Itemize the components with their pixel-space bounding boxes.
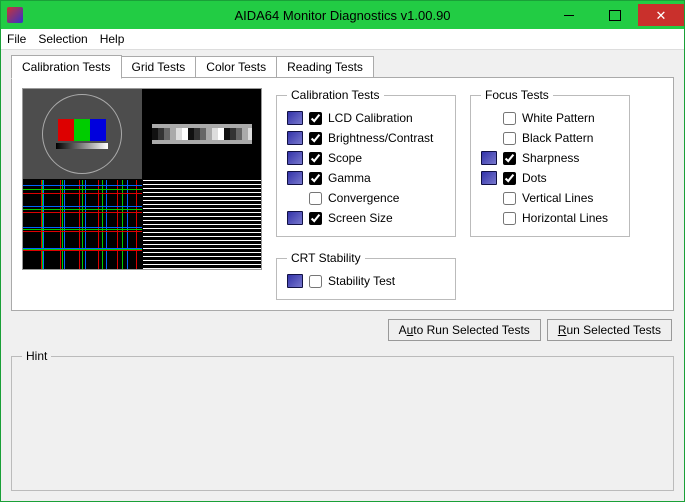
label-sharpness: Sharpness bbox=[522, 151, 579, 165]
checkbox-dots[interactable] bbox=[503, 172, 516, 185]
monitor-icon bbox=[287, 131, 303, 145]
tabstrip: Calibration Tests Grid Tests Color Tests… bbox=[11, 56, 674, 78]
monitor-icon bbox=[481, 171, 497, 185]
chk-screen-size: Screen Size bbox=[287, 208, 445, 228]
preview-screen-size[interactable] bbox=[143, 180, 262, 270]
label-white-pattern: White Pattern bbox=[522, 111, 595, 125]
tab-grid-tests[interactable]: Grid Tests bbox=[121, 56, 197, 78]
group-focus-tests: Focus Tests White Pattern Black Pattern … bbox=[470, 88, 630, 237]
chk-stability: Stability Test bbox=[287, 271, 445, 291]
monitor-icon bbox=[287, 171, 303, 185]
monitor-icon bbox=[481, 151, 497, 165]
label-brightness: Brightness/Contrast bbox=[328, 131, 433, 145]
maximize-button[interactable] bbox=[592, 4, 638, 26]
label-vertical-lines: Vertical Lines bbox=[522, 191, 593, 205]
chk-lcd-calibration: LCD Calibration bbox=[287, 108, 445, 128]
monitor-icon bbox=[287, 274, 303, 288]
window-buttons: ✕ bbox=[546, 4, 684, 26]
monitor-icon bbox=[287, 211, 303, 225]
tabpage-calibration: Calibration Tests LCD Calibration Bright… bbox=[11, 77, 674, 311]
chk-scope: Scope bbox=[287, 148, 445, 168]
preview-convergence[interactable] bbox=[23, 180, 142, 270]
label-black-pattern: Black Pattern bbox=[522, 131, 593, 145]
chk-gamma: Gamma bbox=[287, 168, 445, 188]
group-crt-legend: CRT Stability bbox=[287, 251, 365, 265]
auto-run-button[interactable]: Auto Run Selected Tests bbox=[388, 319, 541, 341]
checkbox-lcd-calibration[interactable] bbox=[309, 112, 322, 125]
checkbox-vertical-lines[interactable] bbox=[503, 192, 516, 205]
checkbox-convergence[interactable] bbox=[309, 192, 322, 205]
close-button[interactable]: ✕ bbox=[638, 4, 684, 26]
tab-color-tests[interactable]: Color Tests bbox=[195, 56, 277, 78]
monitor-icon bbox=[287, 111, 303, 125]
preview-lcd-calibration[interactable] bbox=[23, 89, 142, 179]
minimize-button[interactable] bbox=[546, 4, 592, 26]
label-convergence: Convergence bbox=[328, 191, 399, 205]
label-screen-size: Screen Size bbox=[328, 211, 393, 225]
checkbox-screen-size[interactable] bbox=[309, 212, 322, 225]
button-row: Auto Run Selected Tests Run Selected Tes… bbox=[11, 311, 674, 349]
checkbox-horizontal-lines[interactable] bbox=[503, 212, 516, 225]
label-lcd-calibration: LCD Calibration bbox=[328, 111, 413, 125]
checkbox-sharpness[interactable] bbox=[503, 152, 516, 165]
chk-convergence: Convergence bbox=[287, 188, 445, 208]
app-icon bbox=[7, 7, 23, 23]
chk-brightness: Brightness/Contrast bbox=[287, 128, 445, 148]
hint-legend: Hint bbox=[22, 349, 51, 363]
run-button[interactable]: Run Selected Tests bbox=[547, 319, 672, 341]
checkbox-gamma[interactable] bbox=[309, 172, 322, 185]
group-focus-legend: Focus Tests bbox=[481, 88, 553, 102]
label-gamma: Gamma bbox=[328, 171, 371, 185]
menu-file[interactable]: File bbox=[7, 32, 26, 46]
app-window: AIDA64 Monitor Diagnostics v1.00.90 ✕ Fi… bbox=[0, 0, 685, 502]
checkbox-scope[interactable] bbox=[309, 152, 322, 165]
group-calibration-tests: Calibration Tests LCD Calibration Bright… bbox=[276, 88, 456, 237]
client-area: Calibration Tests Grid Tests Color Tests… bbox=[1, 50, 684, 501]
menubar: File Selection Help bbox=[1, 29, 684, 50]
label-dots: Dots bbox=[522, 171, 547, 185]
label-scope: Scope bbox=[328, 151, 362, 165]
preview-grid bbox=[22, 88, 262, 270]
checkbox-stability[interactable] bbox=[309, 275, 322, 288]
menu-help[interactable]: Help bbox=[100, 32, 125, 46]
checkbox-brightness[interactable] bbox=[309, 132, 322, 145]
group-crt-stability: CRT Stability Stability Test bbox=[276, 251, 456, 300]
menu-selection[interactable]: Selection bbox=[38, 32, 87, 46]
label-horizontal-lines: Horizontal Lines bbox=[522, 211, 608, 225]
tab-reading-tests[interactable]: Reading Tests bbox=[276, 56, 374, 78]
monitor-icon bbox=[287, 151, 303, 165]
preview-brightness-contrast[interactable] bbox=[143, 89, 262, 179]
checkbox-black-pattern[interactable] bbox=[503, 132, 516, 145]
tab-calibration-tests[interactable]: Calibration Tests bbox=[11, 55, 122, 79]
titlebar[interactable]: AIDA64 Monitor Diagnostics v1.00.90 ✕ bbox=[1, 1, 684, 29]
checkbox-white-pattern[interactable] bbox=[503, 112, 516, 125]
group-calibration-legend: Calibration Tests bbox=[287, 88, 384, 102]
label-stability: Stability Test bbox=[328, 274, 395, 288]
hint-box: Hint bbox=[11, 349, 674, 491]
